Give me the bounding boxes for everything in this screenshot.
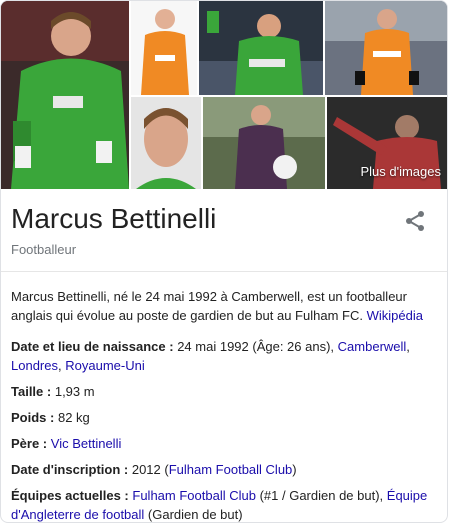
fact-label: Date d'inscription : (11, 462, 129, 477)
fulham-team-link[interactable]: Fulham Football Club (132, 488, 256, 503)
separator: , (57, 358, 62, 373)
fact-birth: Date et lieu de naissance : 24 mai 1992 … (11, 337, 435, 375)
gallery-more-images[interactable]: Plus d'images (327, 97, 447, 189)
fact-label: Père : (11, 436, 48, 451)
page-title: Marcus Bettinelli (11, 203, 217, 234)
fact-father: Père : Vic Bettinelli (11, 434, 435, 453)
fact-weight: Poids : 82 kg (11, 408, 435, 427)
knowledge-panel: Plus d'images Marcus Bettinelli Football… (0, 0, 448, 523)
fact-value: (#1 / Gardien de but), (259, 488, 384, 503)
fact-value: 1,93 m (54, 384, 95, 399)
image-gallery: Plus d'images (1, 1, 447, 189)
fact-value: 82 kg (57, 410, 90, 425)
londres-link[interactable]: Londres (11, 358, 58, 373)
description: Marcus Bettinelli, né le 24 mai 1992 à C… (11, 287, 435, 325)
fact-value: 2012 ( (131, 462, 169, 477)
camberwell-link[interactable]: Camberwell (338, 339, 407, 354)
share-icon[interactable] (403, 209, 427, 233)
entity-subtitle: Footballeur (11, 242, 77, 257)
gallery-image-5[interactable] (131, 97, 201, 189)
fact-label: Taille : (11, 384, 52, 399)
separator: , (406, 339, 410, 354)
wikipedia-link[interactable]: Wikipédia (367, 308, 423, 323)
more-images-label[interactable]: Plus d'images (360, 164, 441, 179)
gallery-image-4[interactable] (325, 1, 447, 95)
gallery-image-main[interactable] (1, 1, 129, 189)
fact-label: Équipes actuelles : (11, 488, 129, 503)
gallery-image-2[interactable] (131, 1, 197, 95)
gallery-image-6[interactable] (203, 97, 325, 189)
fact-height: Taille : 1,93 m (11, 382, 435, 401)
royaume-uni-link[interactable]: Royaume-Uni (65, 358, 144, 373)
fact-label: Poids : (11, 410, 55, 425)
panel-header: Marcus Bettinelli Footballeur (1, 189, 447, 272)
fact-registration: Date d'inscription : 2012 (Fulham Footba… (11, 460, 435, 479)
father-link[interactable]: Vic Bettinelli (51, 436, 122, 451)
gallery-image-3[interactable] (199, 1, 323, 95)
description-text: Marcus Bettinelli, né le 24 mai 1992 à C… (11, 289, 407, 323)
fact-suffix: (Gardien de but) (147, 507, 243, 522)
panel-body: Marcus Bettinelli, né le 24 mai 1992 à C… (11, 287, 435, 522)
fact-value: 24 mai 1992 (Âge: 26 ans), (177, 339, 335, 354)
fact-suffix: ) (292, 462, 297, 477)
fulham-link[interactable]: Fulham Football Club (169, 462, 293, 477)
fact-label: Date et lieu de naissance : (11, 339, 174, 354)
fact-teams: Équipes actuelles : Fulham Football Club… (11, 486, 435, 522)
